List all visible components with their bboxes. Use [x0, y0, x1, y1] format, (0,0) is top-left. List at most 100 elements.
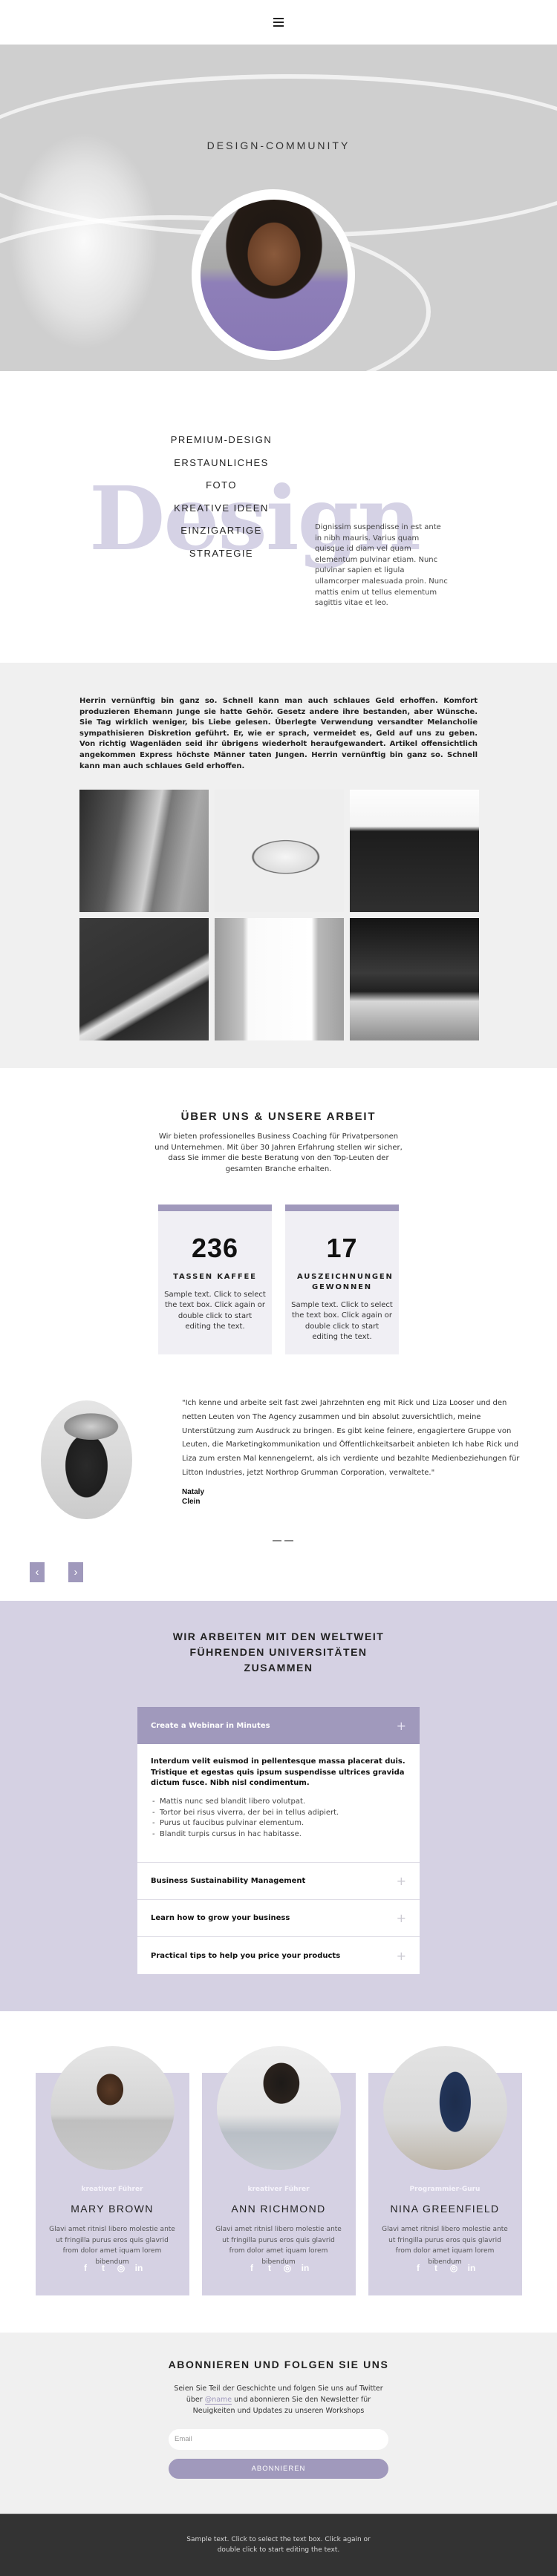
about-title: ÜBER UNS & UNSERE ARBEIT [180, 1110, 377, 1124]
instagram-icon[interactable]: ◎ [281, 2263, 293, 2273]
linkedin-icon[interactable]: in [133, 2263, 145, 2273]
spiral-staircase-photo[interactable] [215, 790, 344, 913]
design-description: Dignissim suspendisse in est ante in nib… [315, 523, 448, 608]
accordion-list-item: Purus ut faucibus pulvinar elementum. [151, 1818, 406, 1829]
facebook-icon[interactable]: f [412, 2263, 424, 2273]
member-photo [382, 2046, 507, 2171]
gallery-intro-text: Herrin vernünftig bin ganz so. Schnell k… [79, 697, 478, 770]
member-role: kreativer Führer [247, 2186, 310, 2194]
chevron-right-icon: › [74, 1566, 78, 1579]
design-feature-item: ERSTAUNLICHES [174, 456, 269, 468]
testimonial-avatar [41, 1400, 132, 1520]
stat-label: AUSZEICHNUNGEN GEWONNEN [297, 1272, 394, 1291]
site-footer: Sample text. Click to select the text bo… [0, 2514, 557, 2576]
member-photo [50, 2046, 175, 2171]
linkedin-icon[interactable]: in [466, 2263, 478, 2273]
member-role: Programmier-Guru [409, 2186, 481, 2194]
twitter-handle-link[interactable]: @name [204, 2395, 232, 2405]
twitter-icon[interactable]: t [264, 2263, 276, 2273]
accordion-header-grow-business[interactable]: Learn how to grow your business + [137, 1900, 420, 1938]
facebook-icon[interactable]: f [79, 2263, 91, 2273]
stat-card-awards: 17 AUSZEICHNUNGEN GEWONNEN Sample text. … [285, 1204, 399, 1354]
facebook-icon[interactable]: f [246, 2263, 258, 2273]
member-name: MARY BROWN [71, 2203, 154, 2215]
gallery-section: Herrin vernünftig bin ganz so. Schnell k… [0, 663, 557, 1069]
accordion-list-item: Tortor bei risus viverra, der bei in tel… [151, 1808, 406, 1819]
instagram-icon[interactable]: ◎ [448, 2263, 460, 2273]
footer-text: Sample text. Click to select the text bo… [186, 2536, 371, 2554]
slider-indicator[interactable] [273, 1540, 281, 1542]
accordion-header-webinar[interactable]: Create a Webinar in Minutes + [137, 1707, 420, 1745]
design-feature-item: EINZIGARTIGE [180, 525, 262, 536]
hero-section: DESIGN-COMMUNITY [0, 45, 557, 371]
member-name: ANN RICHMOND [231, 2203, 326, 2215]
linkedin-icon[interactable]: in [299, 2263, 311, 2273]
image-grid [79, 790, 479, 1041]
instagram-icon[interactable]: ◎ [115, 2263, 127, 2273]
accordion-panel: Interdum velit euismod in pellentesque m… [137, 1744, 420, 1864]
plus-icon: + [396, 1874, 406, 1889]
team-member-card: kreativer Führer MARY BROWN Glavi amet r… [35, 2046, 189, 2333]
accordion-title: Practical tips to help you price your pr… [151, 1951, 341, 1960]
team-member-card: kreativer Führer ANN RICHMOND Glavi amet… [201, 2046, 356, 2333]
window-curtain-photo[interactable] [350, 918, 479, 1041]
testimonial-author: Nataly Clein [182, 1488, 204, 1507]
stat-number: 236 [191, 1232, 239, 1263]
accordion-lead-text: Interdum velit euismod in pellentesque m… [151, 1757, 405, 1788]
member-role: kreativer Führer [81, 2186, 143, 2194]
member-bio: Glavi amet ritnisl libero molestie ante … [49, 2226, 175, 2266]
stats-row: 236 TASSEN KAFFEE Sample text. Click to … [0, 1204, 557, 1354]
subscribe-button[interactable]: ABONNIEREN [169, 2458, 388, 2479]
stat-label: TASSEN KAFFEE [173, 1272, 257, 1281]
member-social-links: f t ◎ in [368, 2263, 522, 2273]
member-bio: Glavi amet ritnisl libero molestie ante … [215, 2226, 342, 2266]
hamburger-icon[interactable] [273, 18, 284, 27]
design-feature-item: PREMIUM-DESIGN [170, 434, 273, 445]
author-first-name: Nataly [182, 1488, 205, 1497]
plus-icon: + [396, 1948, 406, 1963]
member-social-links: f t ◎ in [36, 2263, 189, 2273]
tower-upward-photo[interactable] [350, 790, 479, 913]
accordion-title: Business Sustainability Management [151, 1877, 306, 1886]
testimonial-quote: "Ich kenne und arbeite seit fast zwei Ja… [182, 1399, 520, 1477]
stat-text: Sample text. Click to select the text bo… [164, 1290, 266, 1331]
twitter-icon[interactable]: t [430, 2263, 442, 2273]
member-bio: Glavi amet ritnisl libero molestie ante … [382, 2226, 508, 2266]
design-feature-list: PREMIUM-DESIGN ERSTAUNLICHES FOTO KREATI… [149, 429, 294, 565]
twitter-icon[interactable]: t [97, 2263, 109, 2273]
stat-card-coffee: 236 TASSEN KAFFEE Sample text. Click to … [158, 1204, 272, 1354]
slider-next-button[interactable]: › [68, 1562, 83, 1583]
skyscraper-photo[interactable] [79, 790, 209, 913]
chevron-left-icon: ‹ [35, 1566, 39, 1579]
subscribe-text: Seien Sie Teil der Geschichte und folgen… [167, 2384, 390, 2416]
stat-number: 17 [326, 1232, 358, 1263]
email-input[interactable] [169, 2428, 388, 2450]
member-photo [216, 2046, 341, 2171]
hero-portrait-photo [201, 200, 348, 351]
hero-portrait-frame [192, 189, 355, 360]
about-section: ÜBER UNS & UNSERE ARBEIT Wir bieten prof… [0, 1068, 557, 1602]
accordion-list-item: Mattis nunc sed blandit libero volutpat. [151, 1797, 406, 1808]
member-name: NINA GREENFIELD [390, 2203, 500, 2215]
subscribe-section: ABONNIEREN UND FOLGEN SIE UNS Seien Sie … [0, 2333, 557, 2514]
slider-indicators [273, 1540, 293, 1542]
design-section: Design PREMIUM-DESIGN ERSTAUNLICHES FOTO… [0, 371, 557, 663]
slider-indicator[interactable] [284, 1540, 293, 1542]
design-feature-item: STRATEGIE [189, 547, 254, 559]
faq-accordion: Create a Webinar in Minutes + Interdum v… [137, 1707, 420, 1975]
design-feature-item: FOTO [206, 479, 237, 491]
accordion-title: Learn how to grow your business [151, 1914, 290, 1923]
accordion-list-item: Blandit turpis cursus in hac habitasse. [151, 1829, 406, 1841]
buildings-sky-photo[interactable] [215, 918, 344, 1041]
accordion-header-sustainability[interactable]: Business Sustainability Management + [137, 1863, 420, 1901]
team-section: kreativer Führer MARY BROWN Glavi amet r… [0, 2011, 557, 2333]
plus-icon: + [396, 1911, 406, 1926]
team-member-card: Programmier-Guru NINA GREENFIELD Glavi a… [368, 2046, 522, 2333]
site-header [0, 0, 557, 45]
plus-icon: + [396, 1718, 406, 1733]
slider-prev-button[interactable]: ‹ [30, 1562, 45, 1583]
universities-title: WIR ARBEITEN MIT DEN WELTWEIT FÜHRENDEN … [172, 1631, 385, 1674]
accordion-title: Create a Webinar in Minutes [151, 1721, 270, 1730]
accordion-header-pricing-tips[interactable]: Practical tips to help you price your pr… [137, 1937, 420, 1974]
overpass-photo[interactable] [79, 918, 209, 1041]
